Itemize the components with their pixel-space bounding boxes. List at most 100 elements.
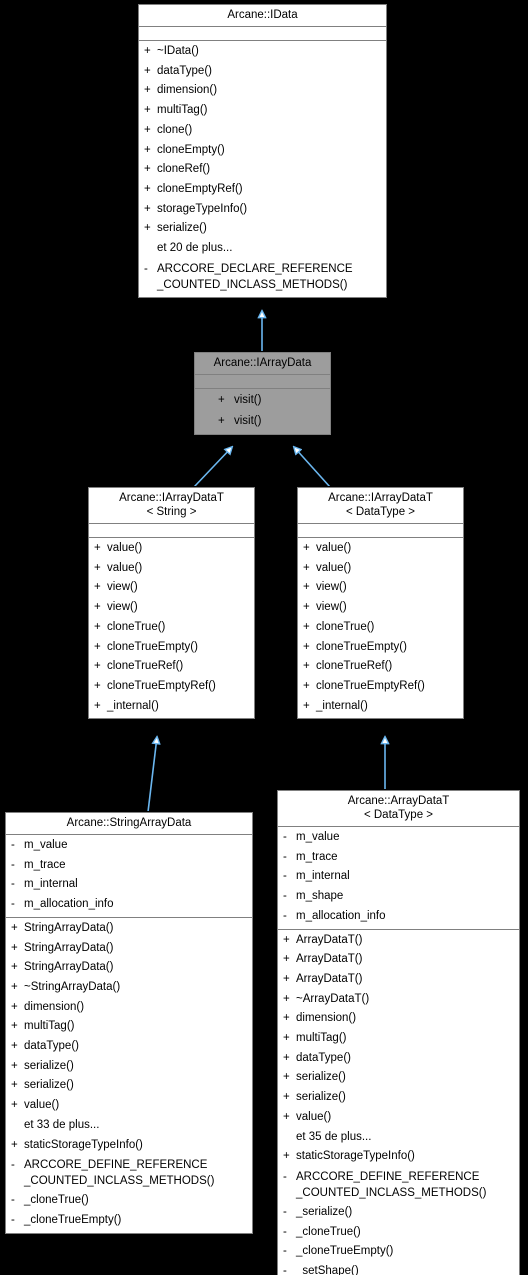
member-visibility: +: [144, 104, 151, 117]
class-member-row: + staticStorageTypeInfo(): [6, 1136, 252, 1156]
member-label: ArrayDataT(): [296, 972, 363, 985]
class-title-iarraydatat-datatype: Arcane::IArrayDataT < DataType >: [298, 488, 463, 524]
class-member-row: - _cloneTrueEmpty(): [6, 1211, 252, 1231]
class-node-iarraydatat-string[interactable]: Arcane::IArrayDataT < String > + value() +…: [87, 485, 256, 721]
member-label: _setShape(): [296, 1265, 359, 1275]
member-label: serialize(): [157, 222, 207, 235]
class-node-arraydatat[interactable]: Arcane::ArrayDataT < DataType > - m_value…: [276, 789, 521, 1275]
class-member-row: + staticStorageTypeInfo(): [278, 1147, 519, 1167]
member-visibility: +: [94, 542, 101, 554]
class-member-row: + cloneTrue(): [298, 618, 463, 638]
class-member-row: + dataType(): [139, 62, 386, 82]
member-visibility: +: [303, 699, 310, 712]
member-label: et 35 de plus...: [296, 1130, 372, 1143]
member-visibility: +: [11, 1059, 18, 1072]
class-member-row: - m_allocation_info: [6, 895, 252, 915]
member-visibility: -: [283, 1225, 287, 1238]
member-visibility: +: [283, 933, 290, 946]
member-visibility: +: [94, 620, 101, 633]
class-attributes-iarraydatat-string: [89, 524, 254, 538]
class-node-stringarraydata[interactable]: Arcane::StringArrayData - m_value - m_trace…: [4, 811, 254, 1235]
class-member-row: + value(): [89, 539, 254, 559]
class-member-row: + serialize(): [6, 1057, 252, 1077]
member-label: view(): [107, 581, 138, 594]
class-member-row: + ArrayDataT(): [278, 931, 519, 951]
class-member-row: + ArrayDataT(): [278, 970, 519, 990]
member-visibility: +: [283, 1032, 290, 1045]
class-member-row: + value(): [6, 1096, 252, 1116]
member-visibility: +: [144, 163, 151, 176]
member-visibility: +: [218, 394, 225, 406]
class-member-row: + cloneTrueEmpty(): [298, 638, 463, 658]
member-visibility: +: [283, 1150, 290, 1163]
class-member-row: - m_allocation_info: [278, 907, 519, 927]
member-label: visit(): [234, 415, 262, 427]
class-member-row: +et 33 de plus...: [6, 1116, 252, 1136]
class-member-row: - ARCCORE_DEFINE_REFERENCE _COUNTED_INCLA…: [278, 1167, 519, 1203]
member-visibility: -: [283, 870, 287, 883]
class-member-row: + ~StringArrayData(): [6, 978, 252, 998]
member-label: m_internal: [24, 878, 78, 891]
member-visibility: +: [144, 143, 151, 156]
member-visibility: +: [144, 182, 151, 195]
member-label: m_value: [24, 839, 68, 851]
class-member-row: + dimension(): [278, 1009, 519, 1029]
member-visibility: +: [144, 202, 151, 215]
member-label: ~ArrayDataT(): [296, 992, 370, 1005]
member-label: dimension(): [157, 84, 218, 97]
member-label: StringArrayData(): [24, 941, 114, 954]
member-visibility: +: [144, 84, 151, 97]
class-methods-iarraydata: + visit() + visit(): [195, 389, 330, 434]
class-node-iarraydatat-datatype[interactable]: Arcane::IArrayDataT < DataType > + value(…: [296, 485, 465, 721]
class-member-row: + ArrayDataT(): [278, 950, 519, 970]
member-visibility: +: [11, 1079, 18, 1092]
member-visibility: -: [11, 1159, 15, 1172]
class-member-row: + clone(): [139, 121, 386, 141]
class-title-arraydatat: Arcane::ArrayDataT < DataType >: [278, 791, 519, 827]
class-member-row: + visit(): [195, 411, 330, 432]
member-label: m_trace: [24, 858, 66, 871]
class-member-row: +et 20 de plus...: [139, 239, 386, 259]
member-visibility: -: [283, 909, 287, 922]
class-member-row: + value(): [89, 559, 254, 579]
member-visibility: -: [283, 1245, 287, 1258]
member-visibility: +: [94, 561, 101, 574]
class-member-row: + visit(): [195, 390, 330, 411]
edge-iarraydatat-string-to-iarraydata: [193, 447, 232, 488]
member-label: cloneTrueEmpty(): [107, 640, 198, 653]
member-visibility: +: [303, 601, 310, 614]
edge-stringarraydata-to-iarraydatat-string: [147, 737, 157, 813]
member-visibility: +: [11, 1020, 18, 1033]
class-node-idata[interactable]: Arcane::IData + ~IData() + dataType() + dimen…: [137, 3, 388, 299]
member-label: dataType(): [296, 1051, 351, 1064]
member-visibility: -: [11, 839, 15, 851]
class-member-row: + StringArrayData(): [6, 919, 252, 939]
class-attributes-arraydatat: - m_value - m_trace - m_internal - m_shape - m_al…: [278, 827, 519, 930]
class-node-iarraydata[interactable]: Arcane::IArrayData + visit() + visit(): [193, 351, 332, 436]
member-visibility: -: [283, 831, 287, 843]
member-visibility: +: [303, 561, 310, 574]
member-label: _cloneTrue(): [24, 1194, 89, 1207]
member-label: value(): [107, 542, 143, 554]
class-member-row: + serialize(): [278, 1088, 519, 1108]
member-label: cloneEmptyRef(): [157, 182, 243, 195]
class-member-row: + cloneTrue(): [89, 618, 254, 638]
member-label: dataType(): [157, 64, 212, 77]
member-visibility: +: [283, 953, 290, 966]
class-title-iarraydata: Arcane::IArrayData: [195, 353, 330, 375]
member-label: _cloneTrueEmpty(): [24, 1213, 122, 1226]
member-label: multiTag(): [296, 1032, 347, 1045]
class-member-row: + view(): [89, 578, 254, 598]
member-label: storageTypeInfo(): [157, 202, 248, 215]
class-member-row: + dataType(): [6, 1037, 252, 1057]
class-methods-iarraydatat-string: + value() + value() + view() + view() + cloneTrue…: [89, 538, 254, 718]
class-attributes-idata: [139, 27, 386, 41]
member-label: dimension(): [296, 1012, 357, 1025]
member-visibility: +: [11, 941, 18, 954]
class-member-row: - m_trace: [278, 848, 519, 868]
class-member-row: + cloneTrueRef(): [298, 657, 463, 677]
member-label: et 33 de plus...: [24, 1118, 100, 1131]
class-member-row: - _cloneTrue(): [278, 1223, 519, 1243]
member-visibility: +: [303, 542, 310, 554]
class-member-row: + storageTypeInfo(): [139, 200, 386, 220]
